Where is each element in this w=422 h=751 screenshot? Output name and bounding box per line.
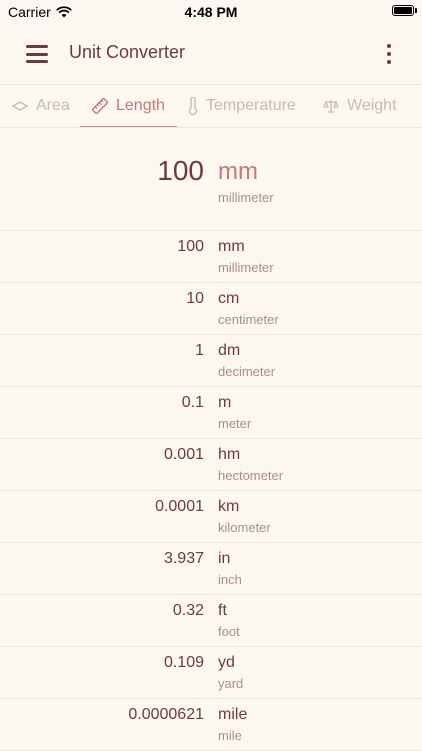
status-time: 4:48 PM <box>184 4 238 20</box>
tab-area-label: Area <box>36 97 70 114</box>
list-item[interactable]: 0.001 hm hectometer <box>0 439 422 491</box>
conversion-unit-name: kilometer <box>218 520 271 535</box>
thermometer-icon <box>188 97 198 115</box>
scale-icon <box>323 99 339 113</box>
app-title: Unit Converter <box>69 42 186 62</box>
conversion-value: 0.0000621 <box>128 706 204 723</box>
tab-area[interactable]: Area <box>12 85 70 127</box>
conversion-unit: ft <box>218 602 227 619</box>
conversion-unit: mile <box>218 706 248 723</box>
tab-temperature-label: Temperature <box>206 97 296 114</box>
conversion-value: 1 <box>195 342 204 359</box>
list-item[interactable]: 10 cm centimeter <box>0 283 422 335</box>
menu-icon[interactable] <box>26 45 48 63</box>
tab-length-label: Length <box>116 97 165 114</box>
conversion-unit: cm <box>218 290 240 307</box>
conversion-unit-name: hectometer <box>218 468 284 483</box>
list-item[interactable]: 0.109 yd yard <box>0 647 422 699</box>
conversion-unit-name: yard <box>218 676 244 691</box>
more-options-icon[interactable] <box>386 44 392 64</box>
tab-weight[interactable]: Weight <box>323 85 397 127</box>
conversion-value: 0.109 <box>163 654 204 671</box>
conversion-value: 0.32 <box>172 602 204 619</box>
conversion-unit: mm <box>218 238 245 255</box>
input-value[interactable]: 100 <box>157 155 204 187</box>
conversion-unit: hm <box>218 446 241 463</box>
input-unit-name: millimeter <box>218 190 274 205</box>
conversion-value: 3.937 <box>163 550 204 567</box>
conversion-unit-name: centimeter <box>218 312 279 327</box>
area-icon <box>12 101 28 111</box>
conversion-unit: km <box>218 498 240 515</box>
conversion-value: 0.1 <box>181 394 204 411</box>
conversion-value: 100 <box>177 238 204 255</box>
conversion-unit-name: meter <box>218 416 252 431</box>
conversion-unit: m <box>218 394 232 411</box>
tab-weight-label: Weight <box>347 97 397 114</box>
conversion-value: 10 <box>186 290 204 307</box>
conversion-value: 0.001 <box>163 446 204 463</box>
conversion-list: 100 mm millimeter 10 cm centimeter 1 dm … <box>0 231 422 751</box>
conversion-value: 0.0001 <box>155 498 204 515</box>
conversion-unit-name: decimeter <box>218 364 276 379</box>
list-item[interactable]: 0.0000621 mile mile <box>0 699 422 751</box>
conversion-unit: yd <box>218 654 235 671</box>
ruler-icon <box>92 98 108 114</box>
battery-icon <box>392 5 417 16</box>
list-item[interactable]: 0.0001 km kilometer <box>0 491 422 543</box>
tab-temperature[interactable]: Temperature <box>188 85 296 127</box>
input-unit[interactable]: mm <box>218 158 258 186</box>
list-item[interactable]: 3.937 in inch <box>0 543 422 595</box>
list-item[interactable]: 0.32 ft foot <box>0 595 422 647</box>
list-item[interactable]: 0.1 m meter <box>0 387 422 439</box>
input-display[interactable]: 100 mm millimeter <box>0 128 422 231</box>
conversion-unit-name: foot <box>218 624 240 639</box>
category-tabs: Area Length Temperature Weight <box>0 85 422 128</box>
conversion-unit: dm <box>218 342 241 359</box>
list-item[interactable]: 1 dm decimeter <box>0 335 422 387</box>
conversion-unit-name: millimeter <box>218 260 274 275</box>
conversion-unit: in <box>218 550 231 567</box>
conversion-unit-name: mile <box>218 728 242 743</box>
conversion-unit-name: inch <box>218 572 242 587</box>
app-bar: Unit Converter <box>0 24 422 85</box>
tab-length[interactable]: Length <box>80 85 177 127</box>
status-bar: Carrier 4:48 PM <box>0 0 422 24</box>
list-item[interactable]: 100 mm millimeter <box>0 231 422 283</box>
